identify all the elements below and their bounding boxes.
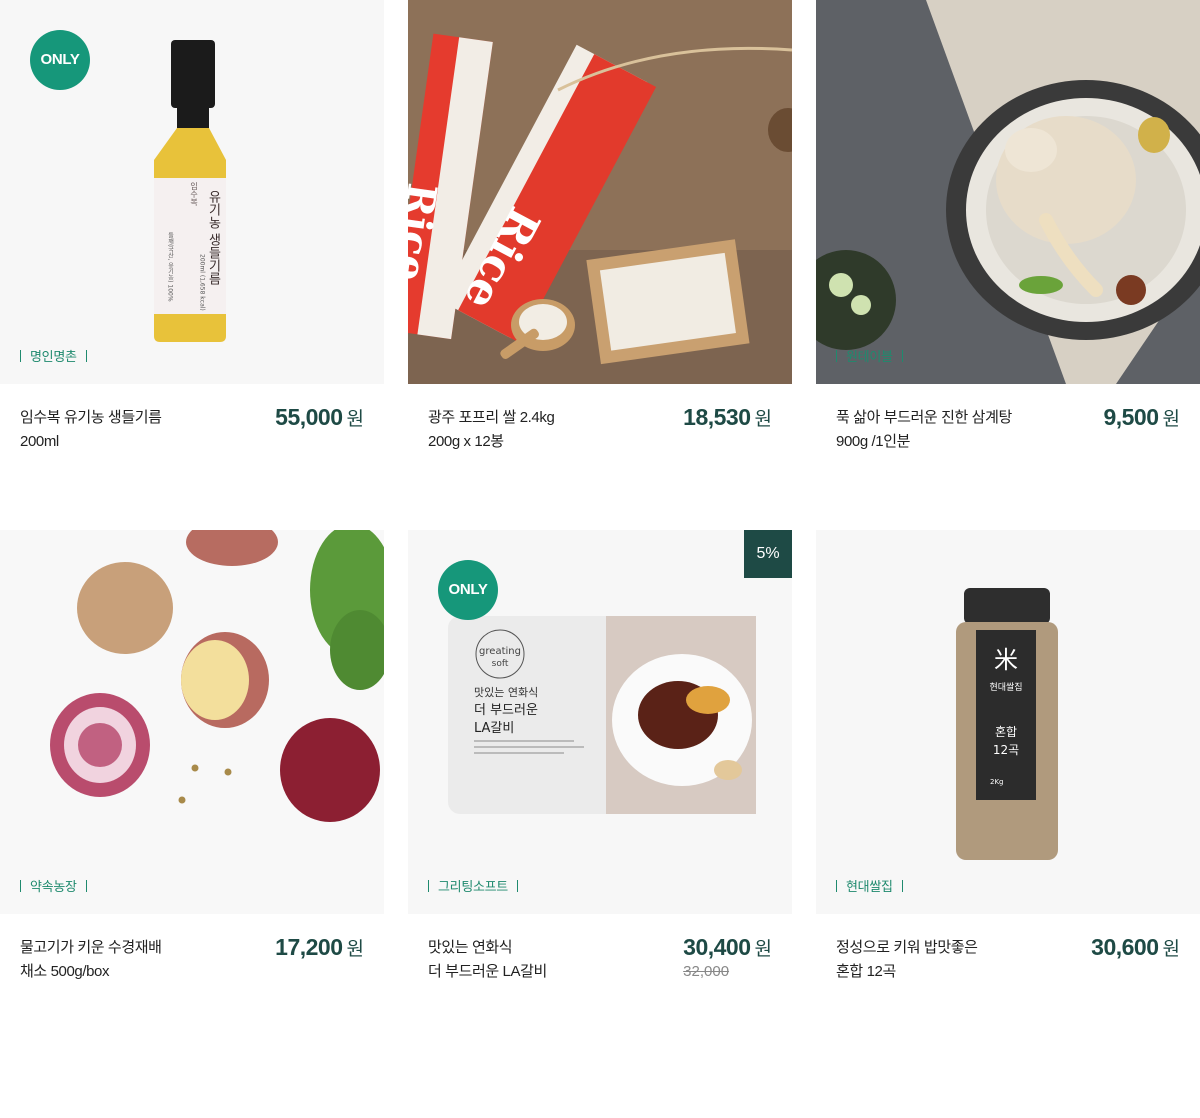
product-name[interactable]: 맛있는 연화식 더 부드러운 LA갈비 — [428, 936, 648, 984]
product-image[interactable]: 약속농장 — [0, 530, 384, 914]
product-name[interactable]: 광주 포프리 쌀 2.4kg 200g x 12봉 — [428, 406, 648, 454]
product-price: 55,000 원 — [275, 404, 364, 430]
product-card[interactable]: Rice Rice 광주 포프리 쌀 2.4kg 200g x 12봉 18,5… — [408, 0, 792, 500]
product-price: 30,400 원 32,000 — [683, 934, 772, 980]
svg-text:soft: soft — [492, 659, 509, 669]
product-image[interactable]: 원테이블 — [816, 0, 1200, 384]
product-info[interactable]: 푹 삶아 부드러운 진한 삼계탕 900g /1인분 9,500 원 — [816, 384, 1200, 500]
original-price: 32,000 — [683, 963, 730, 980]
brand-tag[interactable]: 명인명촌 — [20, 346, 96, 365]
svg-text:2Kg: 2Kg — [990, 778, 1004, 786]
product-info[interactable]: 맛있는 연화식 더 부드러운 LA갈비 30,400 원 32,000 — [408, 914, 792, 1030]
svg-text:greating: greating — [479, 646, 521, 657]
product-price: 18,530 원 — [683, 404, 772, 430]
product-price: 30,600 원 — [1091, 934, 1180, 960]
grain-jar-image: 米 현대쌀집 혼합 12곡 2Kg — [816, 530, 1200, 914]
only-badge: ONLY — [30, 30, 90, 90]
product-name[interactable]: 푹 삶아 부드러운 진한 삼계탕 900g /1인분 — [836, 406, 1056, 454]
product-card[interactable]: greating soft 맛있는 연화식 더 부드러운 LA갈비 ONLY 5… — [408, 530, 792, 1030]
product-name[interactable]: 물고기가 키운 수경재배 채소 500g/box — [20, 936, 240, 984]
svg-text:200ml (1,658 kcal): 200ml (1,658 kcal) — [199, 254, 206, 311]
svg-text:임수복: 임수복 — [190, 182, 199, 207]
product-info[interactable]: 임수복 유기농 생들기름 200ml 55,000 원 — [0, 384, 384, 500]
product-price: 17,200 원 — [275, 934, 364, 960]
svg-text:들깨(국산, 유기농) 100%: 들깨(국산, 유기농) 100% — [167, 232, 174, 302]
product-grid: 유기농 생들기름 임수복 들깨(국산, 유기농) 100% 200ml (1,6… — [0, 0, 1200, 1118]
product-name[interactable]: 정성으로 키워 밥맛좋은 혼합 12곡 — [836, 936, 1056, 984]
product-info[interactable]: 물고기가 키운 수경재배 채소 500g/box 17,200 원 — [0, 914, 384, 1030]
product-card[interactable]: 유기농 생들기름 임수복 들깨(국산, 유기농) 100% 200ml (1,6… — [0, 0, 384, 500]
vegetables-image — [0, 530, 384, 914]
samgyetang-image — [816, 0, 1200, 384]
product-image[interactable]: Rice Rice — [408, 0, 792, 384]
discount-badge: 5% — [744, 530, 792, 578]
product-price: 9,500 원 — [1103, 404, 1180, 430]
brand-tag[interactable]: 약속농장 — [20, 876, 96, 895]
rice-bag-image: Rice Rice — [408, 0, 792, 384]
svg-text:12곡: 12곡 — [993, 743, 1019, 757]
svg-text:더 부드러운: 더 부드러운 — [474, 703, 538, 718]
product-info[interactable]: 정성으로 키워 밥맛좋은 혼합 12곡 30,600 원 — [816, 914, 1200, 1030]
product-card[interactable]: 원테이블 푹 삶아 부드러운 진한 삼계탕 900g /1인분 9,500 원 — [816, 0, 1200, 500]
product-image[interactable]: greating soft 맛있는 연화식 더 부드러운 LA갈비 ONLY 5… — [408, 530, 792, 914]
brand-tag[interactable]: 원테이블 — [836, 346, 912, 365]
svg-text:米: 米 — [994, 646, 1018, 674]
brand-tag[interactable]: 그리팅소프트 — [428, 876, 527, 895]
brand-tag[interactable]: 현대쌀집 — [836, 876, 912, 895]
only-badge: ONLY — [438, 560, 498, 620]
svg-text:유기농 생들기름: 유기농 생들기름 — [206, 190, 221, 286]
product-card[interactable]: 米 현대쌀집 혼합 12곡 2Kg 현대쌀집 정성으로 키워 밥맛좋은 혼합 1… — [816, 530, 1200, 1030]
svg-text:현대쌀집: 현대쌀집 — [989, 681, 1022, 693]
svg-text:LA갈비: LA갈비 — [474, 721, 514, 736]
product-info[interactable]: 광주 포프리 쌀 2.4kg 200g x 12봉 18,530 원 — [408, 384, 792, 500]
svg-text:혼합: 혼합 — [995, 725, 1017, 739]
product-image[interactable]: 유기농 생들기름 임수복 들깨(국산, 유기농) 100% 200ml (1,6… — [0, 0, 384, 384]
svg-text:맛있는 연화식: 맛있는 연화식 — [474, 686, 538, 699]
product-name[interactable]: 임수복 유기농 생들기름 200ml — [20, 406, 240, 454]
product-image[interactable]: 米 현대쌀집 혼합 12곡 2Kg 현대쌀집 — [816, 530, 1200, 914]
product-card[interactable]: 약속농장 물고기가 키운 수경재배 채소 500g/box 17,200 원 — [0, 530, 384, 1030]
